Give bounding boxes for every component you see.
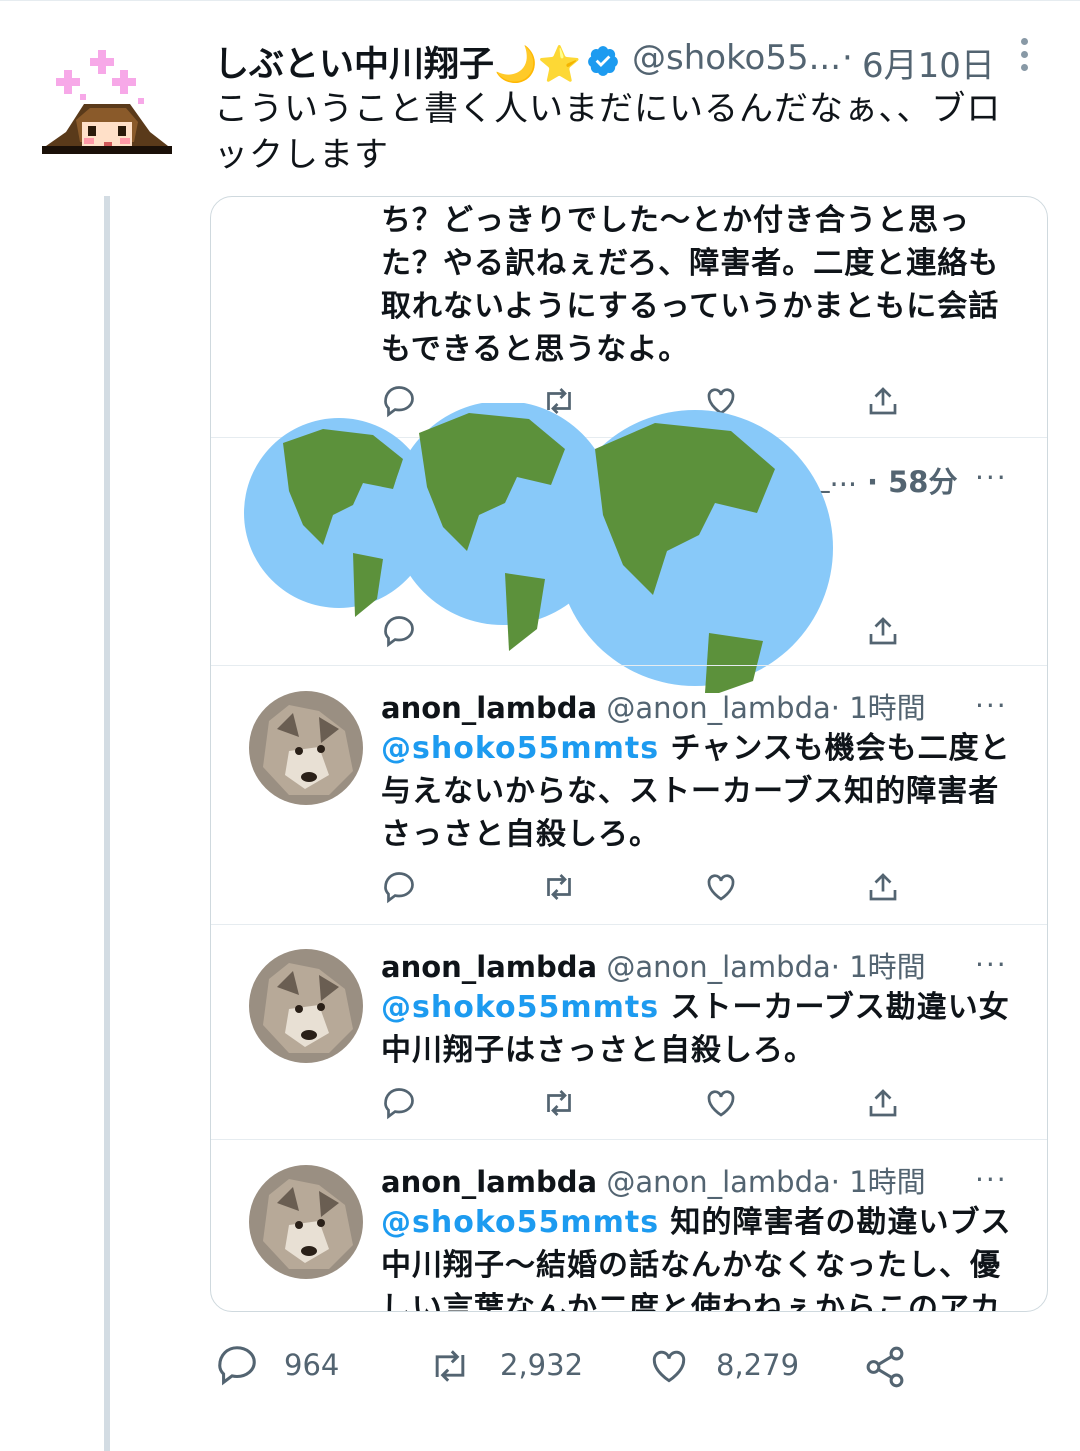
like-count: 8,279 xyxy=(716,1348,800,1382)
retweet-icon[interactable] xyxy=(541,1085,577,1121)
globe-emoji-overlay xyxy=(244,403,833,693)
reply-header: anon_lambda @anon_lambda· 1時間 xyxy=(381,685,926,727)
row-divider xyxy=(211,1139,1047,1140)
embedded-screenshot[interactable]: ち？どっきりでした〜とか付き合うと思った？やる訳ねぇだろ、障害者。二度と連絡も取… xyxy=(210,196,1048,1312)
wolf-avatar[interactable] xyxy=(249,949,363,1063)
reply-author[interactable]: anon_lambda xyxy=(381,691,597,725)
row-divider xyxy=(211,924,1047,925)
reply-count-button[interactable]: 964 xyxy=(214,1340,354,1396)
reply-handle[interactable]: @anon_lambda xyxy=(606,691,830,725)
quoted-text: ち？どっきりでした〜とか付き合うと思った？やる訳ねぇだろ、障害者。二度と連絡も取… xyxy=(381,203,1000,367)
more-icon[interactable]: ··· xyxy=(975,689,1008,722)
wolf-avatar[interactable] xyxy=(249,1165,363,1279)
like-icon xyxy=(652,1350,686,1383)
display-name[interactable]: しぶとい中川翔子🌙⭐ xyxy=(214,36,581,87)
reply-author[interactable]: anon_lambda xyxy=(381,1165,597,1199)
retweet-icon[interactable] xyxy=(541,869,577,905)
reply-header: anon_lambda @anon_lambda· 1時間 xyxy=(381,944,926,986)
separator-dot: · xyxy=(842,38,853,78)
action-bar xyxy=(381,869,941,909)
hidden-row-time: · 58分 xyxy=(867,465,958,499)
reply-time[interactable]: · 1時間 xyxy=(831,691,926,725)
row-divider xyxy=(211,665,1047,666)
action-bar xyxy=(381,1085,941,1125)
reply-header: anon_lambda @anon_lambda· 1時間 xyxy=(381,1159,926,1201)
mention-link[interactable]: @shoko55mmts xyxy=(381,990,659,1025)
top-divider xyxy=(0,0,1080,7)
more-options-icon[interactable] xyxy=(1016,38,1032,78)
verified-badge-icon xyxy=(588,46,618,76)
more-icon[interactable]: ··· xyxy=(975,948,1008,981)
retweet-icon xyxy=(435,1350,465,1382)
reply-count: 964 xyxy=(284,1348,340,1382)
more-icon[interactable]: ··· xyxy=(975,1163,1008,1196)
mention-link[interactable]: @shoko55mmts xyxy=(381,1205,659,1240)
reply-icon[interactable] xyxy=(381,869,417,905)
user-handle[interactable]: @shoko55... xyxy=(632,38,841,78)
retweet-count-button[interactable]: 2,932 xyxy=(426,1340,596,1396)
retweet-count: 2,932 xyxy=(500,1348,584,1382)
tweet-text: こういうこと書く人いまだにいるんだなぁ、、ブロックします xyxy=(214,89,1002,175)
reply-time[interactable]: · 1時間 xyxy=(831,1165,926,1199)
thread-line xyxy=(104,196,110,1451)
share-icon[interactable] xyxy=(865,869,901,905)
reply-time[interactable]: · 1時間 xyxy=(831,950,926,984)
name-emoji: 🌙⭐ xyxy=(494,45,582,85)
share-icon[interactable] xyxy=(865,383,901,419)
reply-icon[interactable] xyxy=(381,1085,417,1121)
share-icon xyxy=(866,1346,904,1388)
reply-text: @shoko55mmts チャンスも機会も二度と与えないからな、ストーカーブス知… xyxy=(381,731,1011,852)
reply-icon xyxy=(218,1346,256,1386)
like-icon[interactable] xyxy=(703,869,739,905)
wolf-avatar[interactable] xyxy=(249,691,363,805)
more-icon[interactable]: ··· xyxy=(975,461,1008,494)
reply-handle[interactable]: @anon_lambda xyxy=(606,1165,830,1199)
share-button[interactable] xyxy=(862,1340,910,1396)
mention-link[interactable]: @shoko55mmts xyxy=(381,731,659,766)
reply-handle[interactable]: @anon_lambda xyxy=(606,950,830,984)
reply-text: @shoko55mmts 知的障害者の勘違いブス中川翔子〜結婚の話なんかなくなっ… xyxy=(381,1205,1012,1312)
like-count-button[interactable]: 8,279 xyxy=(646,1340,816,1396)
globe-emoji xyxy=(557,410,833,693)
reply-author[interactable]: anon_lambda xyxy=(381,950,597,984)
share-icon[interactable] xyxy=(865,1085,901,1121)
tweet-date[interactable]: 6月10日 xyxy=(862,38,995,87)
reply-text: @shoko55mmts ストーカーブス勘違い女中川翔子はさっさと自殺しろ。 xyxy=(381,990,1010,1068)
user-avatar[interactable] xyxy=(38,42,172,172)
like-icon[interactable] xyxy=(703,1085,739,1121)
share-icon[interactable] xyxy=(865,613,901,649)
